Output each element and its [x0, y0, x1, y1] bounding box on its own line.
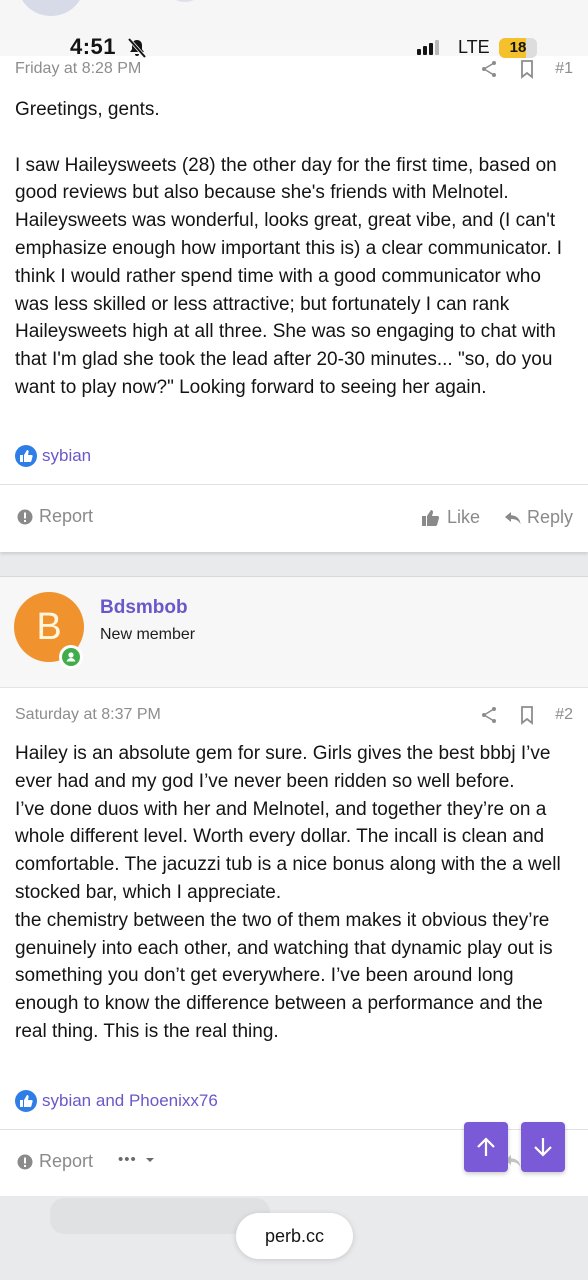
reactions-users[interactable]: sybian and Phoenixx76 — [42, 1091, 218, 1111]
bookmark-icon[interactable] — [517, 59, 537, 79]
signal-icon — [417, 40, 439, 55]
like-reaction-icon — [15, 445, 37, 467]
post-body: Greetings, gents. I saw Haileysweets (28… — [15, 99, 563, 398]
post-1: Friday at 8:28 PM #1 Greetings, gents. I… — [0, 40, 588, 552]
online-status-icon — [59, 645, 83, 669]
status-bar: 4:51 LTE 18 — [0, 0, 588, 59]
battery-icon: 18 — [499, 38, 537, 58]
report-button[interactable]: Report — [17, 506, 93, 527]
bell-muted-icon — [127, 38, 147, 58]
report-label: Report — [39, 506, 94, 526]
arrow-up-icon — [477, 1137, 495, 1156]
clock: 4:51 — [70, 34, 117, 59]
share-icon[interactable] — [479, 705, 499, 725]
post-number[interactable]: #2 — [555, 706, 573, 724]
author-header: B Bdsmbob New member — [0, 577, 588, 688]
scroll-down-button[interactable] — [521, 1122, 565, 1172]
like-reaction-icon — [15, 1090, 37, 1112]
partial-avatar — [18, 0, 84, 16]
more-label: ••• — [118, 1151, 137, 1168]
network-label: LTE — [458, 37, 490, 57]
warning-icon — [17, 1154, 33, 1169]
warning-icon — [17, 509, 33, 524]
reply-button[interactable]: Reply — [505, 507, 573, 528]
report-button[interactable]: Report — [17, 1151, 93, 1172]
like-label: Like — [447, 507, 481, 527]
like-button[interactable]: Like — [421, 507, 480, 528]
divider — [0, 484, 588, 485]
report-label: Report — [39, 1151, 94, 1171]
post-body: Hailey is an absolute gem for sure. Girl… — [15, 743, 561, 1042]
thumbs-up-icon — [422, 509, 440, 526]
author-name[interactable]: Bdsmbob — [100, 597, 188, 619]
post-date[interactable]: Saturday at 8:37 PM — [15, 706, 461, 724]
scroll-up-button[interactable] — [464, 1122, 508, 1172]
arrow-down-icon — [534, 1138, 552, 1157]
reply-label: Reply — [527, 507, 574, 527]
battery-level: 18 — [509, 39, 527, 56]
partial-badge — [174, 0, 196, 2]
more-options-button[interactable]: ••• — [118, 1151, 161, 1168]
author-role: New member — [100, 626, 196, 643]
address-bar[interactable]: perb.cc — [236, 1213, 353, 1259]
post-date[interactable]: Friday at 8:28 PM — [15, 60, 461, 78]
post-2-meta: Saturday at 8:37 PM #2 — [15, 702, 573, 728]
share-icon[interactable] — [479, 59, 499, 79]
chevron-down-icon — [145, 1157, 154, 1162]
reactions-summary[interactable]: sybian — [15, 445, 91, 467]
post-2: B Bdsmbob New member Saturday at 8:37 PM… — [0, 576, 588, 1196]
reactions-users[interactable]: sybian — [42, 446, 91, 466]
reactions-summary[interactable]: sybian and Phoenixx76 — [15, 1090, 218, 1112]
reply-icon — [505, 511, 521, 524]
bookmark-icon[interactable] — [517, 705, 537, 725]
post-number[interactable]: #1 — [555, 60, 573, 78]
